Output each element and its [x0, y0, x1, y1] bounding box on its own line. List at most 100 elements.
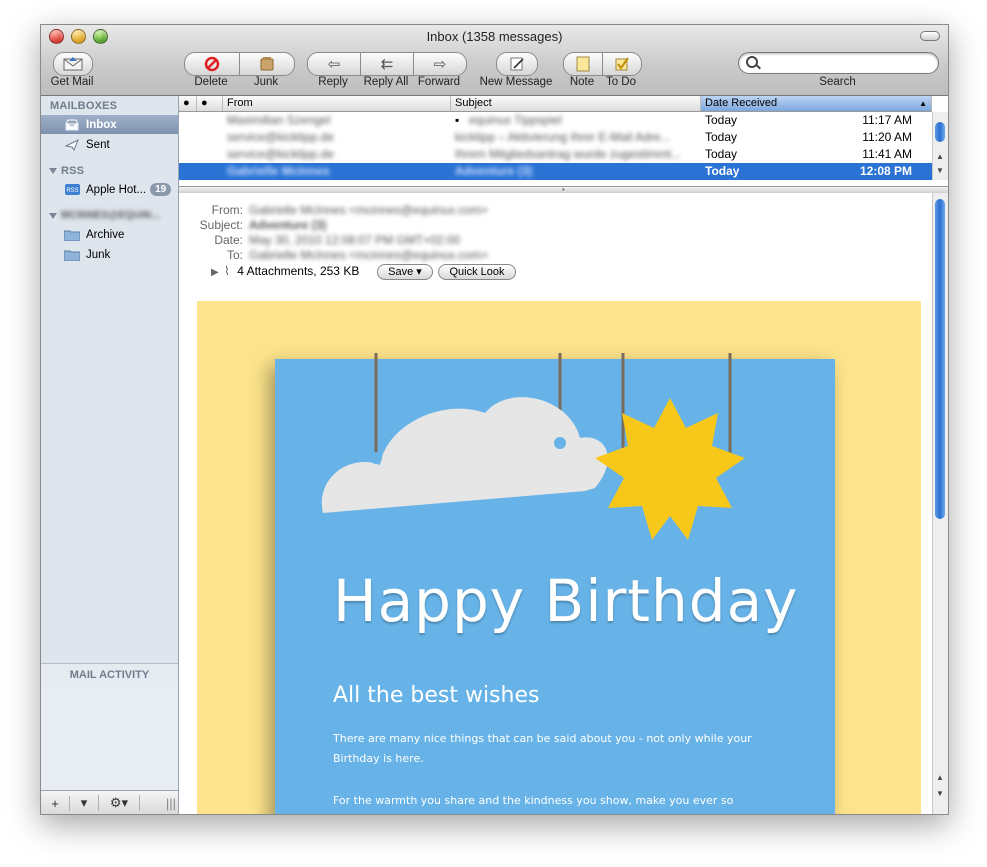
message-time: 11:17 AM: [862, 113, 912, 127]
message-list: ● ● From Subject Date Received ▲ Maximil…: [179, 96, 948, 186]
mailboxes-header: MAILBOXES: [50, 100, 118, 112]
junk-label: Junk: [253, 76, 279, 88]
message-date: Today: [705, 164, 740, 178]
rss-icon: RSS: [64, 183, 80, 197]
message-from: Gabrielle McInnes: [227, 164, 330, 178]
sidebar-item-junk[interactable]: Junk: [41, 245, 178, 264]
forward-button[interactable]: ⇨: [413, 52, 467, 76]
search-icon: [746, 56, 758, 68]
mail-activity-header: MAIL ACTIVITY: [41, 663, 178, 686]
scrollbar-thumb[interactable]: [935, 199, 945, 519]
attachments-row: ▶ ⌇ 4 Attachments, 253 KB: [211, 264, 359, 278]
sidebar-item-label: Junk: [86, 248, 111, 261]
sidebar-item-label: Inbox: [86, 118, 117, 131]
card-subtitle: All the best wishes: [333, 683, 540, 708]
reply-button[interactable]: ⇦: [307, 52, 361, 76]
note-icon: [576, 56, 590, 72]
reply-all-button[interactable]: ⇇: [360, 52, 414, 76]
column-unread[interactable]: ●: [179, 96, 197, 111]
message-subject: Ihrem Mitgliedsantrag wurde zugestimmt..…: [455, 147, 682, 161]
message-row-selected[interactable]: Gabrielle McInnes Adventure (3) Today 12…: [179, 163, 932, 180]
compose-icon: [510, 57, 524, 71]
folder-icon: [64, 248, 80, 262]
message-date: Today: [705, 113, 738, 127]
disclosure-triangle-icon[interactable]: ▶: [211, 267, 219, 278]
sent-paperplane-icon: [64, 138, 80, 152]
message-list-header: ● ● From Subject Date Received ▲: [179, 96, 932, 112]
cloud-sun-illustration: [321, 353, 745, 540]
message-list-scrollbar[interactable]: ▲ ▼: [932, 112, 948, 180]
unread-count-badge: 19: [150, 183, 172, 196]
header-date-value: May 30, 2010 12:08:07 PM GMT+02:00: [249, 233, 461, 247]
sidebar-item-apple-hot-news[interactable]: RSS Apple Hot... 19: [41, 180, 178, 199]
search-field[interactable]: [738, 52, 939, 74]
scroll-down-arrow-icon[interactable]: ▼: [936, 166, 944, 175]
scroll-up-arrow-icon[interactable]: ▲: [936, 152, 944, 161]
message-time: 11:41 AM: [862, 147, 912, 161]
show-hide-activity-button[interactable]: ▾: [70, 795, 99, 811]
message-row[interactable]: service@kicktipp.de Ihrem Mitgliedsantra…: [179, 146, 932, 163]
account-disclosure-triangle-icon[interactable]: [49, 213, 57, 219]
todo-button[interactable]: [602, 52, 642, 76]
scrollbar-thumb[interactable]: [935, 122, 945, 142]
delete-label: Delete: [194, 76, 228, 88]
sidebar: MAILBOXES Inbox Sent RSS RSS Apple Hot..…: [41, 96, 179, 814]
account-header: MCINNES@EQUIN...: [61, 210, 161, 221]
gear-icon[interactable]: ⚙▾: [99, 795, 140, 811]
message-date: Today: [705, 130, 738, 144]
paperclip-icon: ⌇: [224, 264, 230, 278]
message-row[interactable]: Maximilian Szengel ▪ equinux Tippspiel T…: [179, 112, 932, 129]
message-time: 11:20 AM: [862, 130, 912, 144]
header-to-label: To:: [226, 248, 243, 262]
quick-look-button[interactable]: Quick Look: [438, 264, 516, 280]
toolbar-toggle-button[interactable]: [920, 31, 940, 41]
save-attachments-button[interactable]: Save ▾: [377, 264, 433, 280]
forward-label: Forward: [417, 76, 461, 88]
column-subject[interactable]: Subject: [451, 96, 701, 111]
column-flag[interactable]: ●: [197, 96, 223, 111]
message-preview: From: Gabrielle McInnes <mcinnes@equinux…: [179, 193, 948, 814]
forward-arrow-icon: ⇨: [433, 56, 447, 73]
card-paragraph-2: For the warmth you share and the kindnes…: [333, 794, 734, 807]
birthday-card: Happy Birthday All the best wishes There…: [275, 353, 835, 814]
sidebar-item-archive[interactable]: Archive: [41, 225, 178, 244]
rss-disclosure-triangle-icon[interactable]: [49, 168, 57, 174]
message-time: 12:08 PM: [859, 164, 912, 178]
get-mail-label: Get Mail: [50, 76, 94, 88]
column-from[interactable]: From: [223, 96, 451, 111]
message-from: service@kicktipp.de: [227, 147, 334, 161]
get-mail-button[interactable]: [53, 52, 93, 76]
scroll-down-arrow-icon[interactable]: ▼: [936, 789, 944, 798]
note-button[interactable]: [563, 52, 603, 76]
mail-window: Inbox (1358 messages) Get Mail Delete Ju…: [40, 24, 949, 815]
scroll-up-arrow-icon[interactable]: ▲: [936, 773, 944, 782]
new-message-button[interactable]: [496, 52, 538, 76]
sidebar-item-label: Sent: [86, 138, 110, 151]
rss-header: RSS: [61, 165, 85, 177]
sun-icon: [595, 398, 745, 540]
sort-ascending-icon: ▲: [919, 99, 927, 108]
toolbar: Inbox (1358 messages) Get Mail Delete Ju…: [41, 25, 948, 96]
delete-button[interactable]: [184, 52, 240, 76]
resize-handle-icon[interactable]: |||: [140, 796, 176, 811]
header-from-value[interactable]: Gabrielle McInnes <mcinnes@equinux.com>: [249, 203, 488, 217]
header-date-label: Date:: [214, 233, 243, 247]
sidebar-action-bar: + ▾ ⚙▾ |||: [41, 790, 178, 814]
cloud-icon: [321, 397, 608, 513]
message-subject: equinux Tippspiel: [469, 113, 562, 127]
column-date-received[interactable]: Date Received ▲: [701, 96, 932, 111]
sidebar-item-sent[interactable]: Sent: [41, 135, 178, 154]
add-mailbox-button[interactable]: +: [41, 795, 70, 811]
message-row[interactable]: service@kicktipp.de kicktipp – Aktivieru…: [179, 129, 932, 146]
message-body-scrollbar[interactable]: ▲ ▼: [932, 193, 948, 814]
header-subject-value: Adventure (3): [249, 218, 327, 232]
column-label: Date Received: [705, 97, 778, 109]
sidebar-item-inbox[interactable]: Inbox: [41, 115, 178, 134]
junk-icon: [260, 57, 274, 71]
reply-all-label: Reply All: [363, 76, 409, 88]
message-from: service@kicktipp.de: [227, 130, 334, 144]
card-paragraph-1: There are many nice things that can be s…: [333, 732, 752, 765]
junk-button[interactable]: [239, 52, 295, 76]
header-to-value[interactable]: Gabrielle McInnes <mcinnes@equinux.com>: [249, 248, 488, 262]
message-subject: Adventure (3): [455, 164, 533, 178]
